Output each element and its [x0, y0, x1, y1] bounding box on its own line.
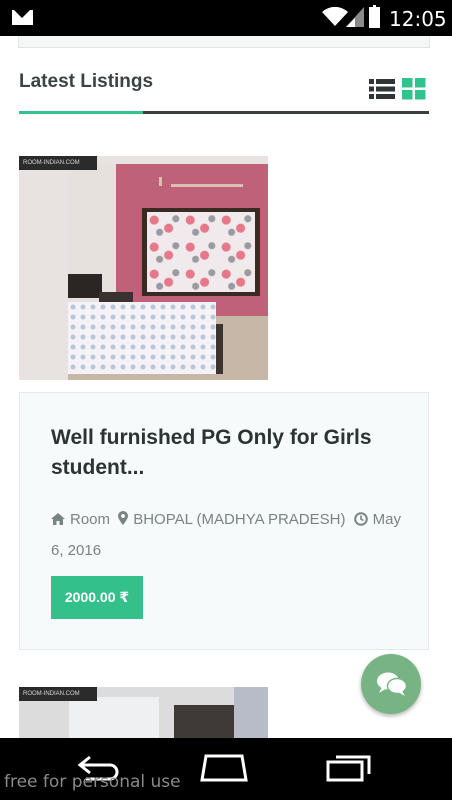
recents-icon[interactable] [326, 754, 372, 782]
battery-icon [369, 5, 380, 28]
listing-photo[interactable]: ROOM-INDIAN.COM [19, 687, 268, 738]
home-icon [51, 513, 65, 525]
clock-icon [353, 512, 368, 526]
listing-photo[interactable]: ROOM-INDIAN.COM [19, 156, 268, 380]
listings-header: Latest Listings [19, 70, 429, 114]
wifi-icon [322, 7, 348, 26]
price-badge[interactable]: 2000.00 ₹ [51, 576, 143, 619]
listing-location: BHOPAL (MADHYA PRADESH) [133, 511, 346, 528]
bed [68, 302, 216, 374]
listing-card[interactable]: Well furnished PG Only for Girls student… [19, 392, 429, 650]
section-title: Latest Listings [19, 71, 154, 92]
status-bar: 12:05 [0, 0, 452, 36]
map-marker-icon [118, 511, 129, 525]
mail-icon [12, 10, 33, 25]
listing-title[interactable]: Well furnished PG Only for Girls student… [51, 423, 411, 483]
status-time: 12:05 [389, 7, 447, 31]
photo-watermark: ROOM-INDIAN.COM [19, 687, 97, 701]
previous-card-edge [18, 36, 430, 48]
listing-meta: Room BHOPAL (MADHYA PRADESH) May 6, 2016 [51, 504, 403, 566]
home-icon[interactable] [200, 754, 248, 782]
header-divider-accent [19, 111, 143, 114]
grid-view-icon[interactable] [402, 78, 426, 100]
photo-watermark: ROOM-INDIAN.COM [19, 156, 97, 170]
chat-button[interactable] [361, 654, 421, 714]
signal-icon [346, 7, 364, 27]
listing-category: Room [70, 511, 111, 528]
chat-icon [377, 672, 408, 696]
list-view-icon[interactable] [369, 78, 395, 100]
footer-note: free for personal use [4, 772, 181, 792]
main-content[interactable]: Latest Listings ROOM-INDIAN.COM Well fur… [0, 36, 452, 738]
